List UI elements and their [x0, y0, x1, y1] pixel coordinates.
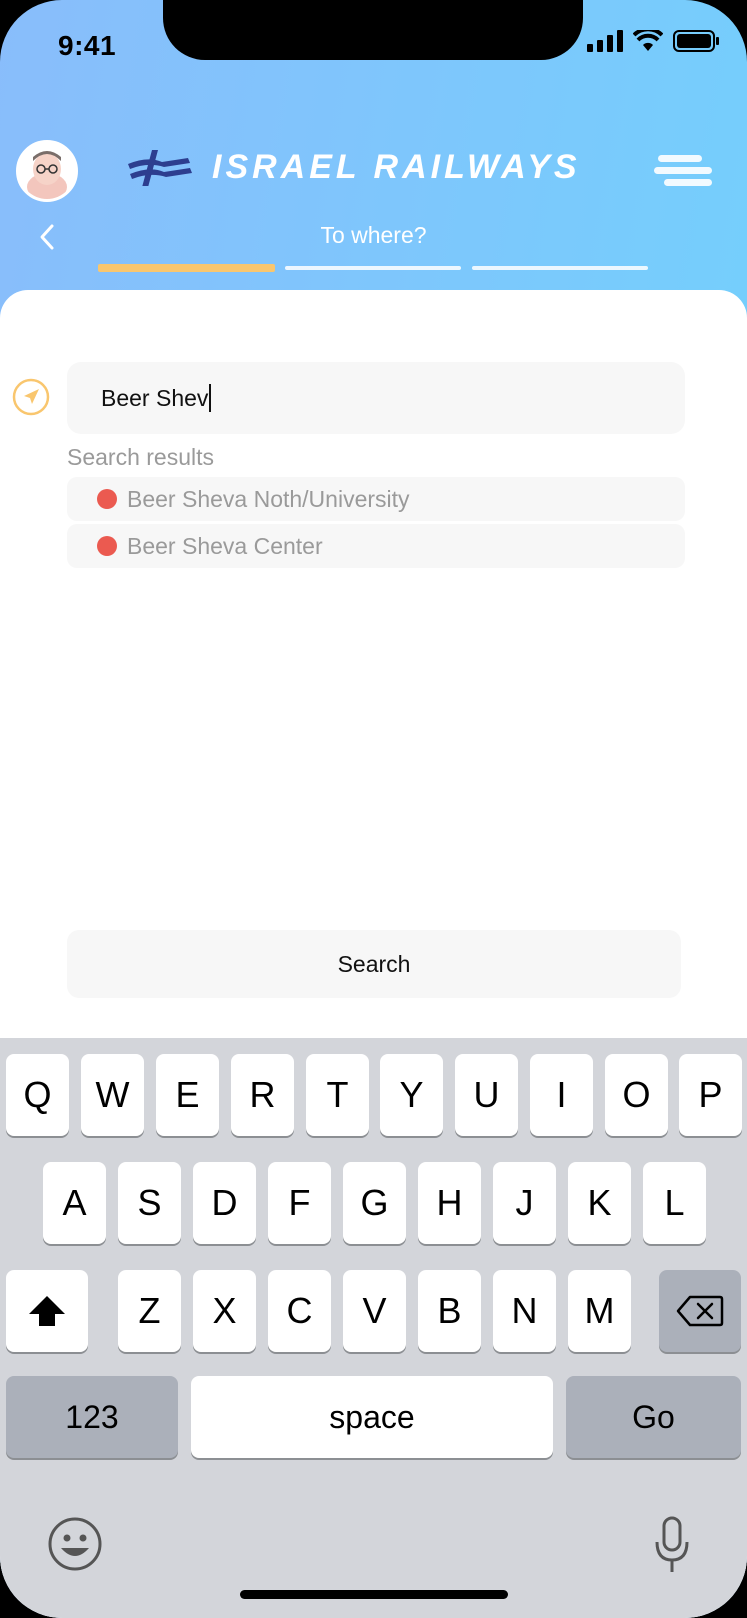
menu-icon[interactable]: [654, 155, 714, 189]
key-t[interactable]: T: [306, 1054, 369, 1136]
search-result-label: Beer Sheva Noth/University: [127, 485, 410, 512]
key-c[interactable]: C: [268, 1270, 331, 1352]
key-h[interactable]: H: [418, 1162, 481, 1244]
key-w[interactable]: W: [81, 1054, 144, 1136]
shift-key[interactable]: [6, 1270, 88, 1352]
shift-icon: [29, 1296, 65, 1326]
emoji-icon[interactable]: [47, 1516, 103, 1572]
search-result-item[interactable]: Beer Sheva Noth/University: [67, 477, 685, 521]
key-x[interactable]: X: [193, 1270, 256, 1352]
key-p[interactable]: P: [679, 1054, 742, 1136]
location-pin-icon: [97, 489, 117, 509]
progress-step-2: [285, 266, 461, 270]
key-g[interactable]: G: [343, 1162, 406, 1244]
progress-step-1: [98, 264, 275, 272]
search-result-item[interactable]: Beer Sheva Center: [67, 524, 685, 568]
status-time: 9:41: [58, 30, 117, 61]
notch: [163, 0, 583, 60]
battery-icon: [673, 30, 719, 52]
key-o[interactable]: O: [605, 1054, 668, 1136]
key-e[interactable]: E: [156, 1054, 219, 1136]
key-b[interactable]: B: [418, 1270, 481, 1352]
phone-screen: 9:41 I SR AE L RAILWAYS To where? Beer Shev…: [0, 0, 747, 1618]
key-i[interactable]: I: [530, 1054, 593, 1136]
numbers-key[interactable]: 123: [6, 1376, 178, 1458]
home-indicator[interactable]: [240, 1590, 508, 1599]
key-m[interactable]: M: [568, 1270, 631, 1352]
step-title: To where?: [320, 222, 427, 248]
key-d[interactable]: D: [193, 1162, 256, 1244]
key-f[interactable]: F: [268, 1162, 331, 1244]
key-j[interactable]: J: [493, 1162, 556, 1244]
text-caret: [209, 384, 212, 412]
search-results-label: Search results: [67, 444, 215, 470]
key-l[interactable]: L: [643, 1162, 706, 1244]
search-result-label: Beer Sheva Center: [127, 532, 323, 559]
progress-step-3: [472, 266, 648, 270]
key-u[interactable]: U: [455, 1054, 518, 1136]
delete-key[interactable]: [659, 1270, 741, 1352]
status-icons: [587, 30, 719, 52]
key-a[interactable]: A: [43, 1162, 106, 1244]
avatar[interactable]: [16, 140, 78, 202]
space-key[interactable]: space: [191, 1376, 553, 1458]
search-button[interactable]: Search: [67, 930, 681, 998]
key-k[interactable]: K: [568, 1162, 631, 1244]
location-pin-icon: [97, 536, 117, 556]
railways-logo-icon: [128, 150, 192, 186]
delete-icon: [676, 1295, 724, 1327]
location-arrow-icon[interactable]: [12, 378, 50, 416]
go-key[interactable]: Go: [566, 1376, 741, 1458]
microphone-icon[interactable]: [652, 1516, 692, 1576]
avatar-illustration: [27, 151, 67, 199]
key-q[interactable]: Q: [6, 1054, 69, 1136]
search-input-value: Beer Shev: [101, 384, 209, 411]
key-r[interactable]: R: [231, 1054, 294, 1136]
key-y[interactable]: Y: [380, 1054, 443, 1136]
wifi-icon: [633, 30, 663, 51]
search-input[interactable]: Beer Shev: [67, 362, 685, 434]
key-v[interactable]: V: [343, 1270, 406, 1352]
brand-title: ISRAEL RAILWAYS: [212, 148, 581, 186]
key-z[interactable]: Z: [118, 1270, 181, 1352]
cellular-signal-icon: [587, 30, 623, 52]
key-s[interactable]: S: [118, 1162, 181, 1244]
key-n[interactable]: N: [493, 1270, 556, 1352]
keyboard: Q W E R T Y U I O P A S D F G H J K L Z …: [0, 1038, 747, 1618]
